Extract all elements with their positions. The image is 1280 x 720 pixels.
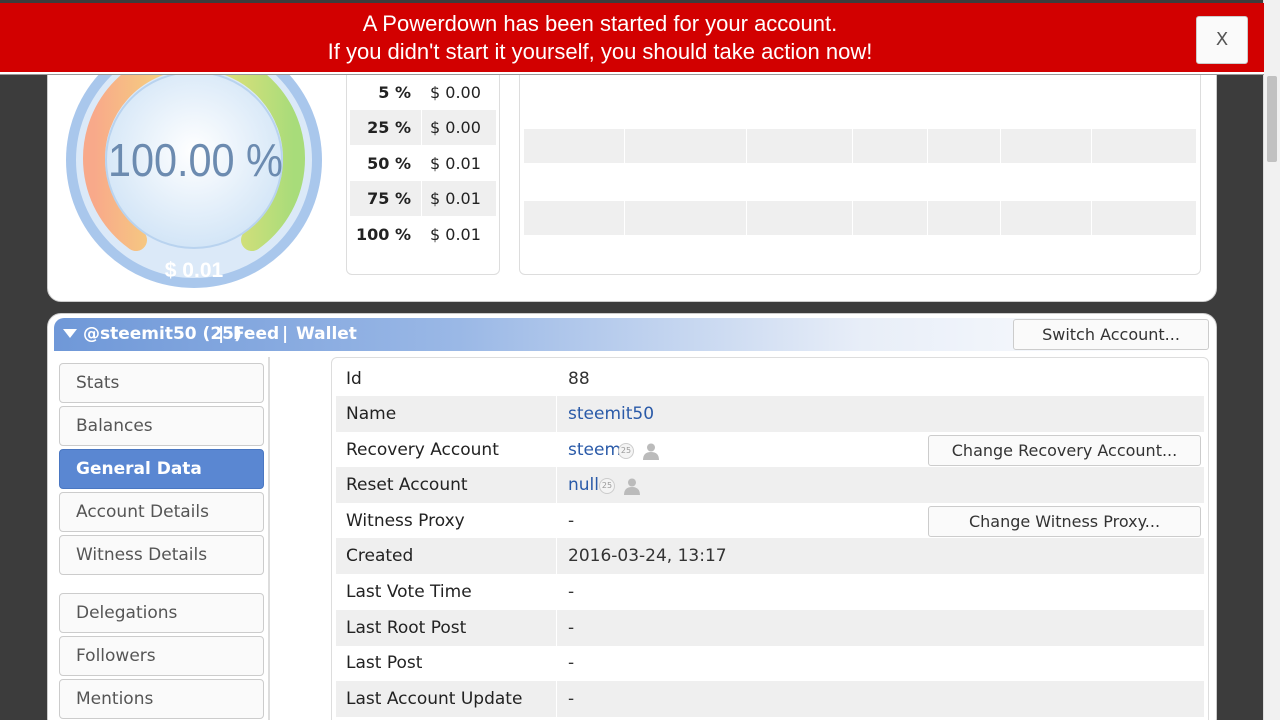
vote-percent: 100 % [350, 216, 422, 252]
table-row: Created 2016-03-24, 13:17 [336, 538, 1204, 574]
column-separator [556, 503, 557, 539]
sidebar-item-stats[interactable]: Stats [59, 363, 264, 403]
grid-row [524, 165, 1196, 199]
change-recovery-account-button[interactable]: Change Recovery Account... [928, 435, 1201, 466]
reputation-badge: 25 [618, 443, 634, 459]
row-key: Last Vote Time [346, 582, 472, 602]
row-key: Id [346, 369, 362, 389]
vote-value: $ 0.00 [430, 118, 481, 137]
vote-percent: 75 % [350, 181, 422, 216]
row-key: Name [346, 404, 397, 424]
table-row: Id 88 [336, 361, 1204, 397]
collapse-caret-icon[interactable] [63, 329, 77, 338]
grid-row [524, 201, 1196, 235]
row-key: Witness Proxy [346, 511, 465, 531]
row-key: Last Account Update [346, 689, 523, 709]
vote-value: $ 0.01 [430, 153, 481, 173]
vote-value-row: 75 % $ 0.01 [350, 181, 496, 216]
sidebar-item-witness-details[interactable]: Witness Details [59, 535, 264, 575]
column-separator [556, 467, 557, 503]
row-key: Last Root Post [346, 618, 467, 638]
vote-value-row: 5 % $ 0.00 [350, 74, 496, 110]
row-key: Recovery Account [346, 440, 499, 460]
sidebar-item-mentions[interactable]: Mentions [59, 679, 264, 719]
table-row: Last Post - [336, 645, 1204, 681]
user-icon[interactable] [623, 477, 641, 495]
column-separator [556, 645, 557, 681]
banner-close-button[interactable]: X [1196, 16, 1248, 64]
column-separator [556, 396, 557, 432]
column-separator [556, 432, 557, 468]
vote-percent: 50 % [350, 145, 422, 181]
sidebar-item-followers[interactable]: Followers [59, 636, 264, 676]
table-row: Reset Account null 25 [336, 467, 1204, 503]
row-key: Last Post [346, 653, 423, 673]
table-row: Last Root Post - [336, 610, 1204, 646]
grid-row [524, 129, 1196, 163]
vote-value-row: 50 % $ 0.01 [350, 145, 496, 181]
column-separator [556, 574, 557, 610]
vote-value: $ 0.01 [430, 224, 481, 244]
banner-message-line1: A Powerdown has been started for your ac… [362, 11, 838, 36]
row-value: 2016-03-24, 13:17 [568, 546, 727, 566]
row-value: - [568, 582, 575, 602]
row-key: Reset Account [346, 475, 468, 495]
row-value: - [568, 511, 575, 531]
bar-separator: | [282, 324, 289, 344]
switch-account-button[interactable]: Switch Account... [1013, 319, 1209, 350]
row-value: - [568, 689, 575, 709]
sidebar-item-delegations[interactable]: Delegations [59, 593, 264, 633]
vote-value: $ 0.00 [430, 82, 481, 102]
row-value: - [568, 618, 575, 638]
row-key: Created [346, 546, 414, 566]
recovery-account-link[interactable]: steem [568, 432, 621, 468]
table-row: Name steemit50 [336, 396, 1204, 432]
row-value: - [568, 653, 575, 673]
vote-history-grid [519, 55, 1201, 275]
reset-account-link[interactable]: null [568, 467, 599, 503]
account-name-link[interactable]: steemit50 [568, 396, 654, 432]
table-row: Last Vote Time - [336, 574, 1204, 610]
sidebar-item-account-details[interactable]: Account Details [59, 492, 264, 532]
powerdown-alert-banner: A Powerdown has been started for your ac… [0, 3, 1264, 74]
sidebar-item-general-data[interactable]: General Data [59, 449, 264, 489]
gauge-percent: 100.00 % [108, 135, 283, 187]
row-value: 88 [568, 369, 590, 389]
vote-value-row: 100 % $ 0.01 [350, 216, 496, 252]
reputation-badge: 25 [599, 478, 615, 494]
vote-percent: 25 % [350, 110, 422, 145]
column-separator [556, 538, 557, 574]
change-witness-proxy-button[interactable]: Change Witness Proxy... [928, 506, 1201, 537]
vote-value-row: 25 % $ 0.00 [350, 110, 496, 145]
feed-link[interactable]: Feed [233, 324, 279, 344]
page-scrollbar[interactable] [1263, 0, 1280, 720]
banner-message-line2: If you didn't start it yourself, you sho… [327, 39, 873, 64]
sidebar-item-balances[interactable]: Balances [59, 406, 264, 446]
vote-value-table: 1 %$ 0.005 %$ 0.0025 %$ 0.0050 %$ 0.0175… [346, 55, 500, 275]
gauge-value: $ 0.01 [165, 259, 224, 282]
vote-percent: 5 % [350, 74, 422, 110]
user-icon[interactable] [642, 442, 660, 460]
column-separator [556, 681, 557, 717]
vote-value: $ 0.01 [430, 189, 481, 208]
wallet-link[interactable]: Wallet [296, 324, 357, 344]
sidebar-divider [268, 357, 270, 720]
table-row: Last Account Update - [336, 681, 1204, 717]
scrollbar-thumb[interactable] [1267, 76, 1277, 162]
bar-separator: | [218, 324, 225, 344]
column-separator [556, 610, 557, 646]
column-separator [556, 361, 557, 397]
